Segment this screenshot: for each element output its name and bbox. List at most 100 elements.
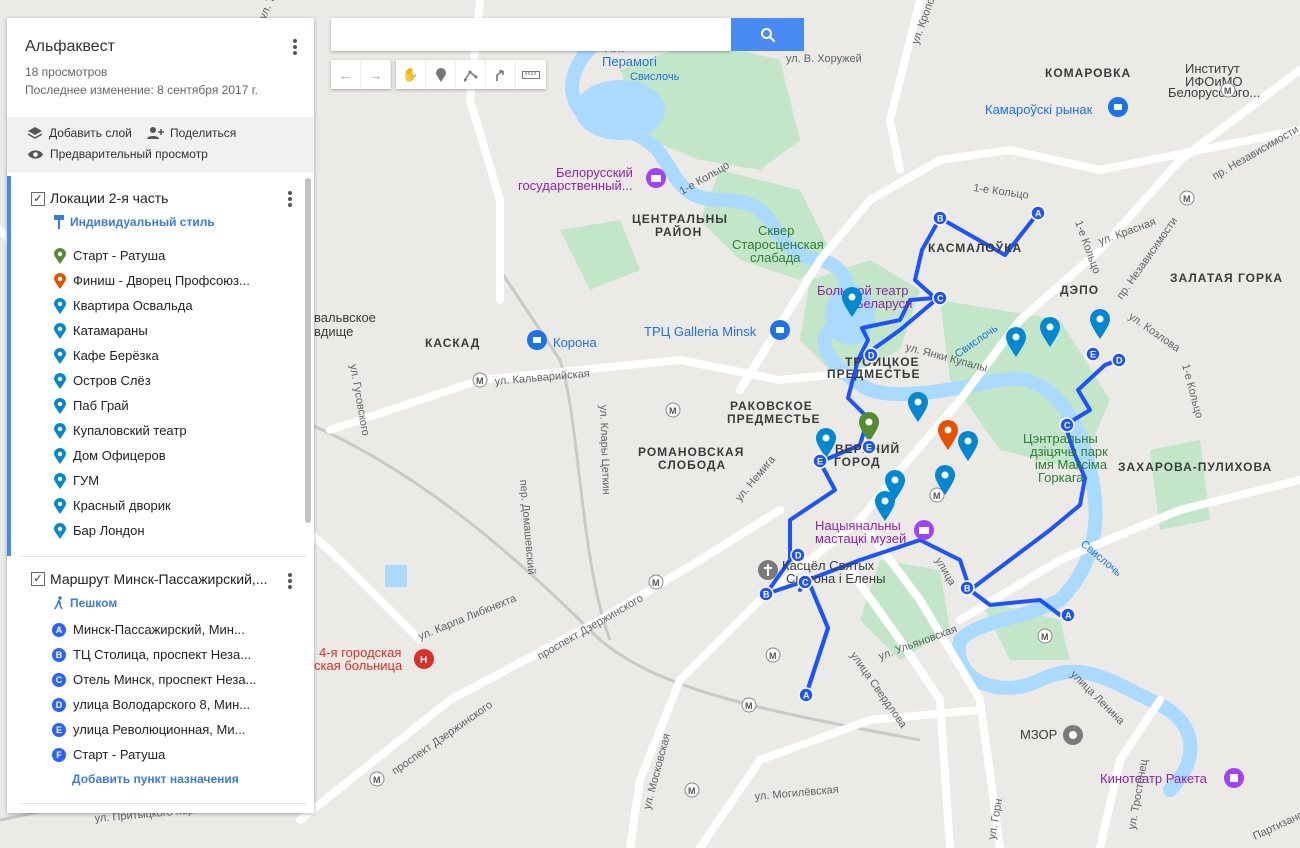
last-modified: Последнее изменение: 8 сентября 2017 г. [25,83,258,97]
svg-text:слабада: слабада [750,250,801,265]
add-person-icon [147,127,164,139]
divider [21,803,306,804]
layer-route: ✓ Маршрут Минск-Пассажирский,... Пешком … [7,558,314,808]
svg-text:M: M [688,786,696,796]
svg-text:B: B [964,584,971,594]
svg-text:M: M [669,406,677,416]
route-stop[interactable]: Eулица Революционная, Ми... [52,717,245,742]
route-stop-b: B [758,586,774,602]
layer-item[interactable]: Красный дворик [52,493,171,518]
layer-item[interactable]: Катамараны [52,318,148,343]
panel-scrollbar[interactable] [305,178,311,523]
redo-button[interactable]: → [361,60,391,89]
svg-text:Беларуси: Беларуси [855,296,912,311]
district-zakharova: ЗАХАРОВА-ПУЛИХОВА [1118,460,1272,474]
layer-item-label: Паб Грай [73,398,129,413]
stop-letter-icon: C [52,672,66,687]
layer-item-label: ГУМ [73,473,100,488]
svg-text:A: A [803,691,810,701]
layer-item-label: Квартира Освальда [73,298,193,313]
route-stop[interactable]: B ТЦ Столица, проспект Неза... [52,642,251,667]
route-options-button[interactable] [287,571,293,591]
svg-text:C: C [937,294,944,304]
layer-visibility-checkbox[interactable]: ✓ [31,192,45,206]
district-centralny: ЦЕНТРАЛЬНЫ [632,212,728,226]
add-destination-link[interactable]: Добавить пункт назначения [72,772,239,786]
metro-icon: M [1037,628,1053,644]
svg-text:Горкага: Горкага [1038,470,1084,485]
layer-item[interactable]: Бар Лондон [52,518,145,543]
route-stop[interactable]: Dулица Володарского 8, Мин... [52,692,250,717]
layer-item-label: Кафе Берёзка [73,348,159,363]
draw-line-icon [463,70,477,81]
poi-raketa: Кинотеатр Ракета [1100,771,1208,786]
map-pin-icon [52,422,68,439]
metro-icon: M [648,574,664,590]
draw-line-button[interactable] [456,60,486,89]
map-pin-icon [52,347,68,364]
museum-icon [914,520,934,540]
svg-text:A: A [1035,209,1042,219]
shopping-icon [1108,97,1128,117]
map-options-button[interactable] [292,37,298,57]
measure-button[interactable] [516,60,546,89]
view-count: 18 просмотров [25,65,108,79]
layer-item[interactable]: Старт - Ратуша [52,243,165,268]
route-stop-label: улица Володарского 8, Мин... [73,697,251,712]
search-button[interactable] [731,18,804,51]
district-zolotaya-gorka: ЗАЛАТАЯ ГОРКА [1170,271,1283,285]
stop-letter-icon: B [52,647,66,662]
svg-text:B: B [763,590,770,600]
layer-style-link[interactable]: Индивидуальный стиль [54,215,215,229]
layer-item[interactable]: Паб Грай [52,393,129,418]
hospital-icon: H [414,649,434,669]
layer-item[interactable]: Кафе Берёзка [52,343,159,368]
pan-tool-button[interactable]: ✋ [396,60,426,89]
share-button[interactable]: Поделиться [146,126,236,140]
layer-item[interactable]: Остров Слёз [52,368,151,393]
svg-text:E: E [866,443,872,453]
layer-title[interactable]: Локации 2-я часть [50,190,168,206]
layer-item[interactable]: Квартира Освальда [52,293,193,318]
shopping-icon [770,320,790,340]
district-depo: ДЭПО [1060,283,1099,297]
route-stop[interactable]: C Отель Минск, проспект Неза... [52,667,256,692]
layer-item[interactable]: Финиш - Дворец Профсоюз... [52,268,250,293]
route-stop[interactable]: F Старт - Ратуша [52,742,165,767]
svg-text:Белорусского...: Белорусского... [1168,85,1260,100]
route-stop-d: D [790,547,806,563]
poi-korona: Корона [553,335,597,350]
preview-button[interactable]: Предварительный просмотр [27,147,208,161]
directions-button[interactable] [486,60,516,89]
poi-skver: Сквер [758,223,794,238]
add-marker-button[interactable] [426,60,456,89]
directions-icon [495,69,504,81]
stop-letter-icon: A [52,622,66,637]
route-stop-a: A [1030,205,1046,221]
place-icon [1063,725,1083,745]
layer-options-button[interactable] [287,189,293,209]
route-stop-label: улица Революционная, Ми... [73,722,246,737]
map-pin-icon [52,522,68,539]
map-title[interactable]: Альфаквест [25,38,115,56]
layer-item[interactable]: Купаловский театр [52,418,187,443]
history-tools: ← → [331,60,391,89]
undo-icon: ← [338,66,353,83]
layer-item[interactable]: ГУМ [52,468,99,493]
add-layer-label: Добавить слой [49,126,132,140]
search-input[interactable] [331,18,731,51]
metro-icon: M [665,402,681,418]
map-pin-icon [52,372,68,389]
route-stop[interactable]: A Минск-Пассажирский, Мин... [52,617,245,642]
route-stop-label: ТЦ Столица, проспект Неза... [73,647,252,662]
route-title[interactable]: Маршрут Минск-Пассажирский,... [50,571,268,587]
svg-text:E: E [817,457,823,467]
route-stop-a: A [798,687,814,703]
undo-button[interactable]: ← [331,60,361,89]
route-visibility-checkbox[interactable]: ✓ [31,572,45,586]
travel-mode-link[interactable]: Пешком [54,596,117,610]
layer-item[interactable]: Дом Офицеров [52,443,166,468]
svg-text:M: M [1183,194,1191,204]
poi-vidische: вальвское [314,310,376,325]
add-layer-button[interactable]: Добавить слой [27,126,132,140]
